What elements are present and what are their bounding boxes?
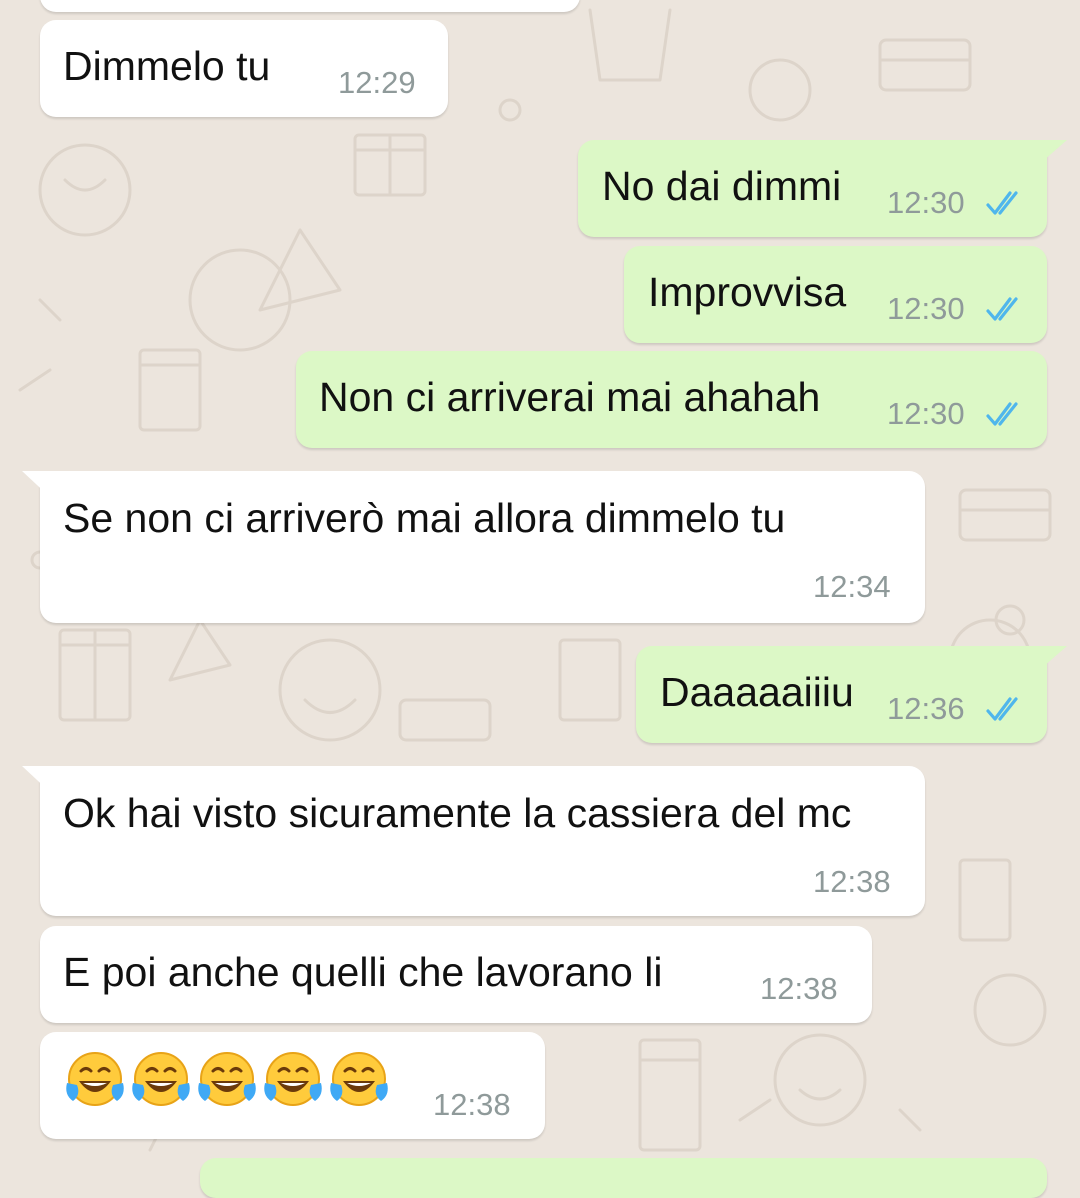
message-text: 😂😂😂😂😂 [40,1032,41,1033]
bubble-tail [1035,140,1067,168]
message-time: 12:30 [887,396,965,431]
bubble-tail [1035,646,1067,674]
face-with-tears-of-joy-icon [330,1052,388,1106]
double-check-icon [986,697,1018,721]
message-bubble-outgoing[interactable]: No dai dimmi 12:30 [578,140,1067,237]
message-bubble-incoming[interactable]: 😂😂😂😂😂 [40,1032,545,1139]
message-bubble-incoming[interactable]: Dimmelo tu 12:29 [40,20,448,117]
message-time: 12:38 [760,971,838,1006]
message-bubble-partial [40,0,580,12]
double-check-icon [986,297,1018,321]
message-time: 12:29 [338,65,416,100]
message-text: Ok hai visto sicuramente la cassiera del… [63,790,852,836]
message-text: Daaaaaiiiu [660,669,854,715]
message-text: Improvvisa [648,269,847,315]
message-time: 12:38 [813,864,891,899]
message-time: 12:34 [813,569,891,604]
face-with-tears-of-joy-icon [264,1052,322,1106]
double-check-icon [986,191,1018,215]
message-text: No dai dimmi [602,163,842,209]
emoji-sequence [63,1049,391,1113]
message-bubble-outgoing[interactable]: Daaaaaiiiu 12:36 [636,646,1067,743]
face-with-tears-of-joy-icon [198,1052,256,1106]
message-bubble-incoming[interactable]: E poi anche quelli che lavorano li 12:38 [40,926,872,1023]
message-text: Dimmelo tu [63,43,271,89]
message-text: E poi anche quelli che lavorano li [63,949,663,995]
chat-message-list[interactable]: Dimmelo tu 12:29 No dai dimmi 12:30 Impr… [0,0,1080,1198]
message-text: Non ci arriverai mai ahahah [319,374,821,420]
bubble-tail [22,471,52,499]
message-bubble-incoming[interactable]: Se non ci arriverò mai allora dimmelo tu… [22,471,925,623]
message-time: 12:38 [433,1087,511,1122]
message-time: 12:30 [887,291,965,326]
message-bubble-partial [200,1158,1047,1198]
face-with-tears-of-joy-icon [132,1052,190,1106]
message-time: 12:36 [887,691,965,726]
message-text: Se non ci arriverò mai allora dimmelo tu [63,495,786,541]
message-bubble-outgoing[interactable]: Improvvisa 12:30 [624,246,1047,343]
face-with-tears-of-joy-icon [66,1052,124,1106]
bubble-tail [22,766,52,794]
message-bubble-outgoing[interactable]: Non ci arriverai mai ahahah 12:30 [296,351,1047,448]
message-bubble-incoming[interactable]: Ok hai visto sicuramente la cassiera del… [22,766,925,916]
message-time: 12:30 [887,185,965,220]
double-check-icon [986,402,1018,426]
